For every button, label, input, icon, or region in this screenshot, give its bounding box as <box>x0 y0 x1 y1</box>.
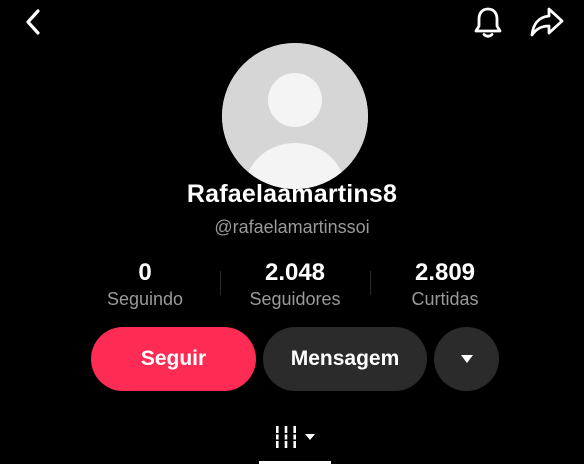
share-button[interactable] <box>528 4 566 40</box>
caret-down-icon <box>460 355 473 363</box>
profile-username: Rafaelaamartins8 <box>186 180 398 208</box>
stat-likes[interactable]: 2.809 Curtidas <box>365 258 525 310</box>
grid-columns-icon <box>276 426 296 448</box>
notifications-button[interactable] <box>470 4 506 40</box>
back-button[interactable] <box>18 6 50 38</box>
bell-icon <box>474 7 502 38</box>
share-arrow-icon <box>530 7 564 37</box>
stat-followers-label: Seguidores <box>249 289 341 309</box>
stat-following[interactable]: 0 Seguindo <box>65 258 225 310</box>
default-avatar-icon <box>222 43 368 189</box>
tab-videos[interactable] <box>259 418 331 464</box>
profile-handle: @rafaelamartinssoi <box>214 217 370 237</box>
stat-followers-count: 2.048 <box>264 259 326 286</box>
avatar[interactable] <box>222 43 368 189</box>
follow-button[interactable]: Seguir <box>91 327 256 391</box>
chevron-left-icon <box>26 9 40 35</box>
stat-following-count: 0 <box>138 259 152 286</box>
stat-likes-count: 2.809 <box>414 259 476 286</box>
stat-followers[interactable]: 2.048 Seguidores <box>215 258 375 310</box>
message-button[interactable]: Mensagem <box>263 327 427 391</box>
stat-likes-label: Curtidas <box>411 289 479 309</box>
more-options-button[interactable] <box>434 327 499 391</box>
caret-down-icon <box>305 434 315 440</box>
stat-following-label: Seguindo <box>106 289 184 309</box>
